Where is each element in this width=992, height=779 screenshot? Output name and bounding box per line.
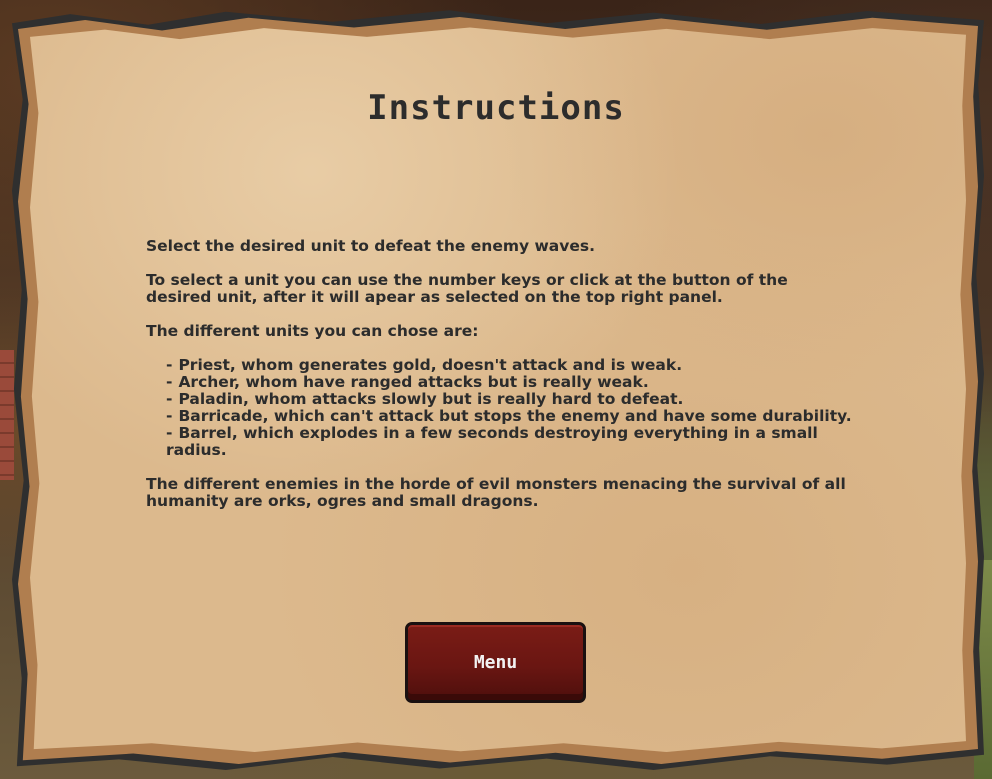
units-list: - Priest, whom generates gold, doesn't at… [146, 357, 856, 459]
unit-description: Archer, whom have ranged attacks but is … [178, 373, 649, 391]
instructions-text: Select the desired unit to defeat the en… [146, 238, 856, 527]
unit-description: Barricade, which can't attack but stops … [178, 407, 852, 425]
units-heading: The different units you can chose are: [146, 322, 479, 340]
menu-button[interactable]: Menu [405, 622, 586, 703]
unit-item-archer: - Archer, whom have ranged attacks but is… [166, 373, 649, 391]
enemies-text: The different enemies in the horde of ev… [146, 475, 846, 510]
unit-description: Paladin, whom attacks slowly but is real… [178, 390, 684, 408]
unit-item-barrel: - Barrel, which explodes in a few seconds… [166, 424, 818, 459]
unit-description: Barrel, which explodes in a few seconds … [166, 424, 818, 459]
unit-description: Priest, whom generates gold, doesn't att… [178, 356, 683, 374]
unit-item-barricade: - Barricade, which can't attack but stops… [166, 407, 852, 425]
background-brick-wall [0, 350, 14, 480]
page-title: Instructions [367, 88, 625, 128]
intro-text: Select the desired unit to defeat the en… [146, 237, 595, 255]
unit-item-priest: - Priest, whom generates gold, doesn't at… [166, 356, 683, 374]
unit-item-paladin: - Paladin, whom attacks slowly but is rea… [166, 390, 684, 408]
select-help-text: To select a unit you can use the number … [146, 271, 788, 306]
